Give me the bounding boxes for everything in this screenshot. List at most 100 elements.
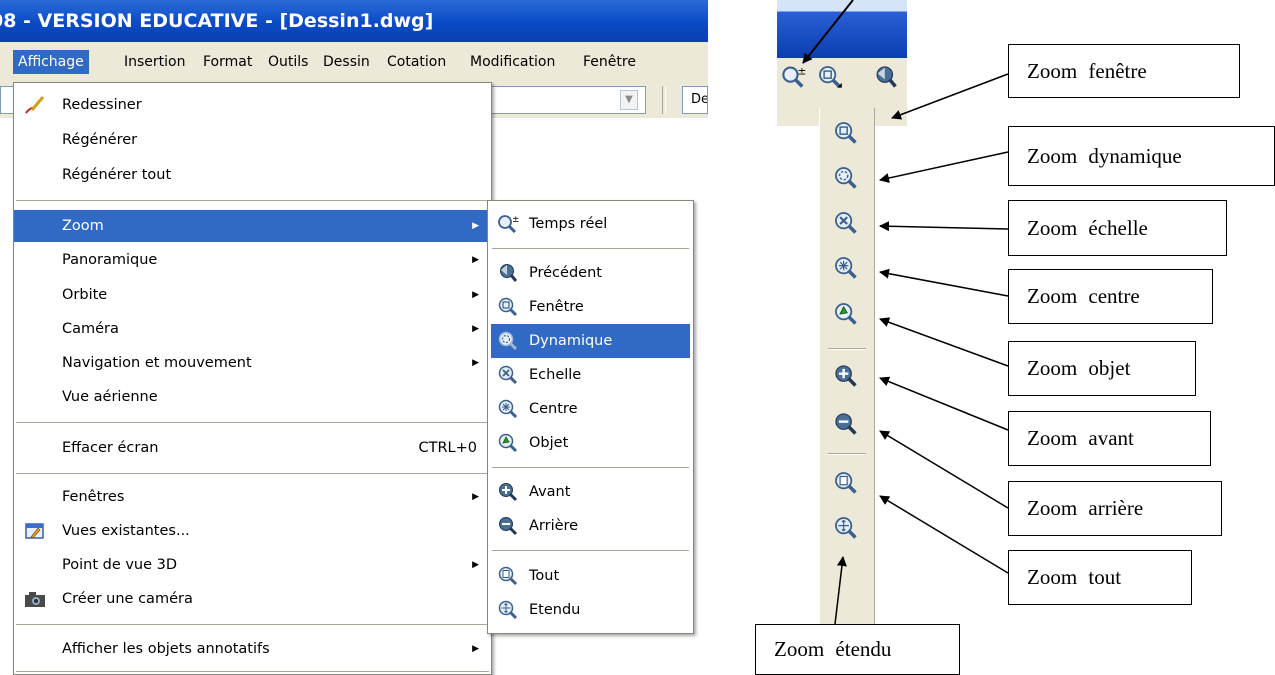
arrow-dynamique bbox=[879, 151, 1009, 183]
zoom-item-label: Avant bbox=[529, 484, 571, 500]
zoom-realtime-icon[interactable]: ± bbox=[781, 64, 807, 90]
submenu-arrow-icon: ▶ bbox=[472, 290, 479, 300]
zoom-window-icon[interactable] bbox=[817, 64, 843, 90]
menu-item-label: Fenêtres bbox=[62, 489, 125, 505]
menu-modification[interactable]: Modification bbox=[465, 50, 560, 74]
zoom-scale-icon[interactable] bbox=[833, 210, 859, 236]
zoom-item-fenetre[interactable]: Fenêtre bbox=[491, 290, 690, 324]
camera-icon bbox=[25, 592, 45, 607]
menu-item-label: Navigation et mouvement bbox=[62, 355, 252, 371]
zoom-item-temps-reel[interactable]: ± Temps réel bbox=[491, 207, 690, 241]
view-menu: Redessiner Régénérer Régénérer tout Zoom… bbox=[13, 82, 492, 675]
menu-item-zoom[interactable]: Zoom ▶ bbox=[14, 210, 491, 242]
menu-item-orbite[interactable]: Orbite ▶ bbox=[14, 279, 491, 311]
menu-item-creer-camera[interactable]: Créer une caméra bbox=[14, 583, 491, 615]
menu-item-regenerer[interactable]: Régénérer bbox=[14, 124, 491, 156]
menu-item-camera[interactable]: Caméra ▶ bbox=[14, 313, 491, 345]
menu-item-vues-existantes[interactable]: Vues existantes... bbox=[14, 515, 491, 547]
menu-insertion[interactable]: Insertion bbox=[119, 50, 190, 74]
menu-affichage[interactable]: Affichage bbox=[13, 50, 89, 74]
zoom-item-label: Objet bbox=[529, 435, 569, 451]
zoom-item-precedent[interactable]: Précédent bbox=[491, 256, 690, 290]
shortcut-label: CTRL+0 bbox=[418, 440, 477, 456]
zoom-item-label: Etendu bbox=[529, 602, 581, 618]
menu-item-label: Vues existantes... bbox=[62, 523, 190, 539]
flyout-divider bbox=[828, 453, 866, 455]
zoom-in-icon[interactable] bbox=[833, 363, 859, 389]
menu-divider bbox=[16, 473, 489, 474]
zoom-item-label: Fenêtre bbox=[529, 299, 584, 315]
zoom-item-echelle[interactable]: Echelle bbox=[491, 358, 690, 392]
named-views-icon bbox=[25, 523, 44, 539]
window-title: 08 - VERSION EDUCATIVE - [Dessin1.dwg] bbox=[0, 10, 434, 32]
menu-item-effacer-ecran[interactable]: Effacer écran CTRL+0 bbox=[14, 432, 491, 464]
arrow-echelle bbox=[879, 221, 1009, 232]
zoom-item-label: Dynamique bbox=[529, 333, 613, 349]
zoom-flyout bbox=[819, 108, 875, 648]
menu-format[interactable]: Format bbox=[198, 50, 257, 74]
menu-divider bbox=[16, 422, 489, 423]
zoom-item-objet[interactable]: Objet bbox=[491, 426, 690, 460]
submenu-arrow-icon: ▶ bbox=[472, 358, 479, 368]
zoom-out-icon bbox=[499, 517, 518, 536]
menu-item-point-de-vue-3d[interactable]: Point de vue 3D ▶ bbox=[14, 549, 491, 581]
chevron-down-icon[interactable]: ▼ bbox=[620, 90, 638, 110]
arrow-avant bbox=[879, 376, 1009, 431]
submenu-arrow-icon: ▶ bbox=[472, 255, 479, 265]
zoom-item-avant[interactable]: Avant bbox=[491, 475, 690, 509]
menu-item-afficher-annotatifs[interactable]: Afficher les objets annotatifs ▶ bbox=[14, 633, 491, 665]
zoom-out-icon[interactable] bbox=[833, 411, 859, 437]
title-bar-fragment bbox=[777, 0, 907, 58]
zoom-all-icon[interactable] bbox=[833, 470, 859, 496]
zoom-item-tout[interactable]: Tout bbox=[491, 559, 690, 593]
menu-item-label: Régénérer bbox=[62, 132, 138, 148]
zoom-previous-icon[interactable] bbox=[873, 64, 899, 90]
menu-divider bbox=[16, 624, 489, 625]
zoom-realtime-icon: ± bbox=[498, 215, 519, 234]
zoom-extents-icon[interactable] bbox=[833, 515, 859, 541]
zoom-window-icon[interactable] bbox=[833, 120, 859, 146]
zoom-item-label: Centre bbox=[529, 401, 578, 417]
menu-dessin[interactable]: Dessin bbox=[318, 50, 375, 74]
menu-item-label: Vue aérienne bbox=[62, 389, 158, 405]
menu-item-label: Effacer écran bbox=[62, 440, 159, 456]
arrow-objet bbox=[879, 317, 1009, 367]
callout-zoom-tout: Zoom tout bbox=[1008, 550, 1192, 605]
toolbar-separator bbox=[662, 86, 666, 114]
menu-item-label: Point de vue 3D bbox=[62, 557, 178, 573]
zoom-object-icon[interactable] bbox=[833, 301, 859, 327]
zoom-item-etendu[interactable]: Etendu bbox=[491, 593, 690, 627]
zoom-item-centre[interactable]: Centre bbox=[491, 392, 690, 426]
arrow-fenetre bbox=[891, 73, 1009, 120]
menu-item-label: Orbite bbox=[62, 287, 108, 303]
menu-item-label: Panoramique bbox=[62, 252, 158, 268]
zoom-in-icon bbox=[499, 483, 518, 502]
zoom-item-label: Tout bbox=[529, 568, 560, 584]
pencil-icon bbox=[25, 96, 45, 114]
menu-item-regenerer-tout[interactable]: Régénérer tout bbox=[14, 159, 491, 191]
arrow-arriere bbox=[879, 430, 1009, 509]
zoom-item-arriere[interactable]: Arrière bbox=[491, 509, 690, 543]
style-combo[interactable]: De bbox=[682, 86, 708, 114]
zoom-dynamic-icon bbox=[498, 331, 518, 351]
menu-item-redessiner[interactable]: Redessiner bbox=[14, 89, 491, 121]
menu-item-navigation[interactable]: Navigation et mouvement ▶ bbox=[14, 347, 491, 379]
menu-bar: Affichage Insertion Format Outils Dessin… bbox=[0, 42, 708, 82]
menu-divider bbox=[16, 200, 489, 201]
menu-item-panoramique[interactable]: Panoramique ▶ bbox=[14, 244, 491, 276]
flyout-divider bbox=[828, 348, 866, 350]
zoom-dynamic-icon[interactable] bbox=[833, 165, 859, 191]
menu-item-fenetres[interactable]: Fenêtres ▶ bbox=[14, 481, 491, 513]
zoom-item-dynamique[interactable]: Dynamique bbox=[491, 324, 690, 358]
zoom-center-icon[interactable] bbox=[833, 255, 859, 281]
menu-cotation[interactable]: Cotation bbox=[382, 50, 451, 74]
menu-item-vue-aerienne[interactable]: Vue aérienne bbox=[14, 381, 491, 413]
submenu-arrow-icon: ▶ bbox=[472, 221, 479, 231]
callout-zoom-echelle: Zoom échelle bbox=[1008, 200, 1227, 256]
menu-item-label: Zoom bbox=[62, 218, 104, 234]
submenu-arrow-icon: ▶ bbox=[472, 324, 479, 334]
menu-outils[interactable]: Outils bbox=[263, 50, 313, 74]
zoom-item-label: Temps réel bbox=[529, 216, 608, 232]
submenu-arrow-icon: ▶ bbox=[472, 644, 479, 654]
menu-fenetre[interactable]: Fenêtre bbox=[578, 50, 641, 74]
